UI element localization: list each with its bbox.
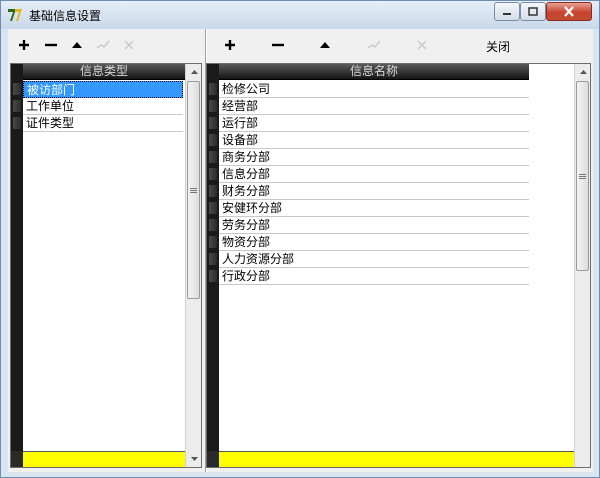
row-indicator[interactable] <box>207 217 219 234</box>
scroll-down-arrow[interactable] <box>186 451 201 467</box>
table-row[interactable]: 行政分部 <box>219 268 529 285</box>
info-name-grid[interactable]: 信息名称 检修公司 经营部 运行部 设备部 商务分部 信息分部 财务分部 安健环分部 劳务分部物… <box>206 63 591 468</box>
right-cancel-button[interactable] <box>413 37 431 53</box>
row-indicator[interactable] <box>11 81 23 98</box>
row-indicator[interactable] <box>207 115 219 132</box>
right-up-button[interactable] <box>316 37 334 53</box>
table-row[interactable]: 经营部 <box>219 98 529 115</box>
table-row[interactable]: 物资分部 <box>219 234 529 251</box>
right-post-button[interactable] <box>365 37 383 53</box>
cross-icon <box>417 40 427 50</box>
table-row[interactable]: 检修公司 <box>219 81 529 98</box>
arrow-down-icon <box>190 457 198 461</box>
row-indicator[interactable] <box>207 81 219 98</box>
grid-footer <box>23 451 185 467</box>
row-indicator[interactable] <box>207 149 219 166</box>
close-icon <box>564 6 574 17</box>
column-header-info-name[interactable]: 信息名称 <box>219 64 529 80</box>
row-indicator[interactable] <box>207 166 219 183</box>
cross-icon <box>124 40 134 50</box>
table-row[interactable]: 信息分部 <box>219 166 529 183</box>
scroll-up-arrow[interactable] <box>575 64 590 80</box>
left-cancel-button[interactable] <box>120 37 138 53</box>
left-post-button[interactable] <box>94 37 112 53</box>
check-icon <box>96 40 110 49</box>
grid-footer <box>219 451 574 467</box>
footer-indicator <box>207 451 219 467</box>
row-indicator[interactable] <box>207 268 219 285</box>
plus-icon <box>225 40 235 50</box>
title-bar[interactable]: 基础信息设置 <box>1 1 599 29</box>
arrow-up-icon <box>579 70 587 74</box>
plus-icon <box>19 40 29 50</box>
row-indicator[interactable] <box>207 132 219 149</box>
app-logo-icon <box>7 7 23 23</box>
table-row[interactable]: 运行部 <box>219 115 529 132</box>
arrow-up-icon <box>190 70 198 74</box>
row-indicator[interactable] <box>207 200 219 217</box>
row-indicator[interactable] <box>207 183 219 200</box>
table-row[interactable]: 工作单位 <box>23 98 183 115</box>
footer-indicator <box>11 451 23 467</box>
minus-icon <box>272 43 284 47</box>
left-vertical-scrollbar[interactable] <box>185 64 201 467</box>
row-indicator[interactable] <box>207 234 219 251</box>
right-toolbar: 关闭 <box>208 29 593 61</box>
table-row[interactable]: 安健环分部 <box>219 200 529 217</box>
table-row[interactable]: 设备部 <box>219 132 529 149</box>
check-icon <box>367 40 381 49</box>
table-row[interactable]: 财务分部 <box>219 183 529 200</box>
left-up-button[interactable] <box>68 37 86 53</box>
grip-icon <box>190 187 197 193</box>
table-row[interactable]: 人力资源分部 <box>219 251 529 268</box>
main-window: 基础信息设置 关闭 信息类型 被访部门 工作单位 证件类型 信息名称 检修公司 … <box>0 0 600 478</box>
triangle-up-icon <box>72 42 82 48</box>
scroll-thumb[interactable] <box>187 81 200 299</box>
left-add-button[interactable] <box>15 37 33 53</box>
minimize-icon <box>503 12 511 15</box>
triangle-up-icon <box>320 42 330 48</box>
right-add-button[interactable] <box>221 37 239 53</box>
maximize-button[interactable] <box>520 2 546 21</box>
left-toolbar <box>8 29 203 61</box>
row-indicator[interactable] <box>11 115 23 132</box>
table-row[interactable]: 劳务分部 <box>219 217 529 234</box>
close-button[interactable]: 关闭 <box>486 38 510 55</box>
table-row[interactable]: 被访部门 <box>23 81 183 98</box>
grip-icon <box>579 173 586 179</box>
scroll-up-arrow[interactable] <box>186 64 201 80</box>
minus-icon <box>45 43 57 47</box>
window-title: 基础信息设置 <box>29 9 102 23</box>
maximize-icon <box>528 7 538 16</box>
close-window-button[interactable] <box>546 2 592 21</box>
scroll-thumb[interactable] <box>576 81 589 271</box>
info-type-grid[interactable]: 信息类型 被访部门 工作单位 证件类型 <box>10 63 202 468</box>
right-vertical-scrollbar[interactable] <box>574 64 590 467</box>
left-remove-button[interactable] <box>42 37 60 53</box>
column-header-info-type[interactable]: 信息类型 <box>23 64 185 80</box>
row-indicator[interactable] <box>207 98 219 115</box>
row-indicator[interactable] <box>11 98 23 115</box>
table-row[interactable]: 商务分部 <box>219 149 529 166</box>
table-row[interactable]: 证件类型 <box>23 115 183 132</box>
row-indicator[interactable] <box>207 251 219 268</box>
right-remove-button[interactable] <box>269 37 287 53</box>
minimize-button[interactable] <box>494 2 520 21</box>
client-area: 关闭 信息类型 被访部门 工作单位 证件类型 信息名称 检修公司 经营部 运行部… <box>8 29 593 472</box>
